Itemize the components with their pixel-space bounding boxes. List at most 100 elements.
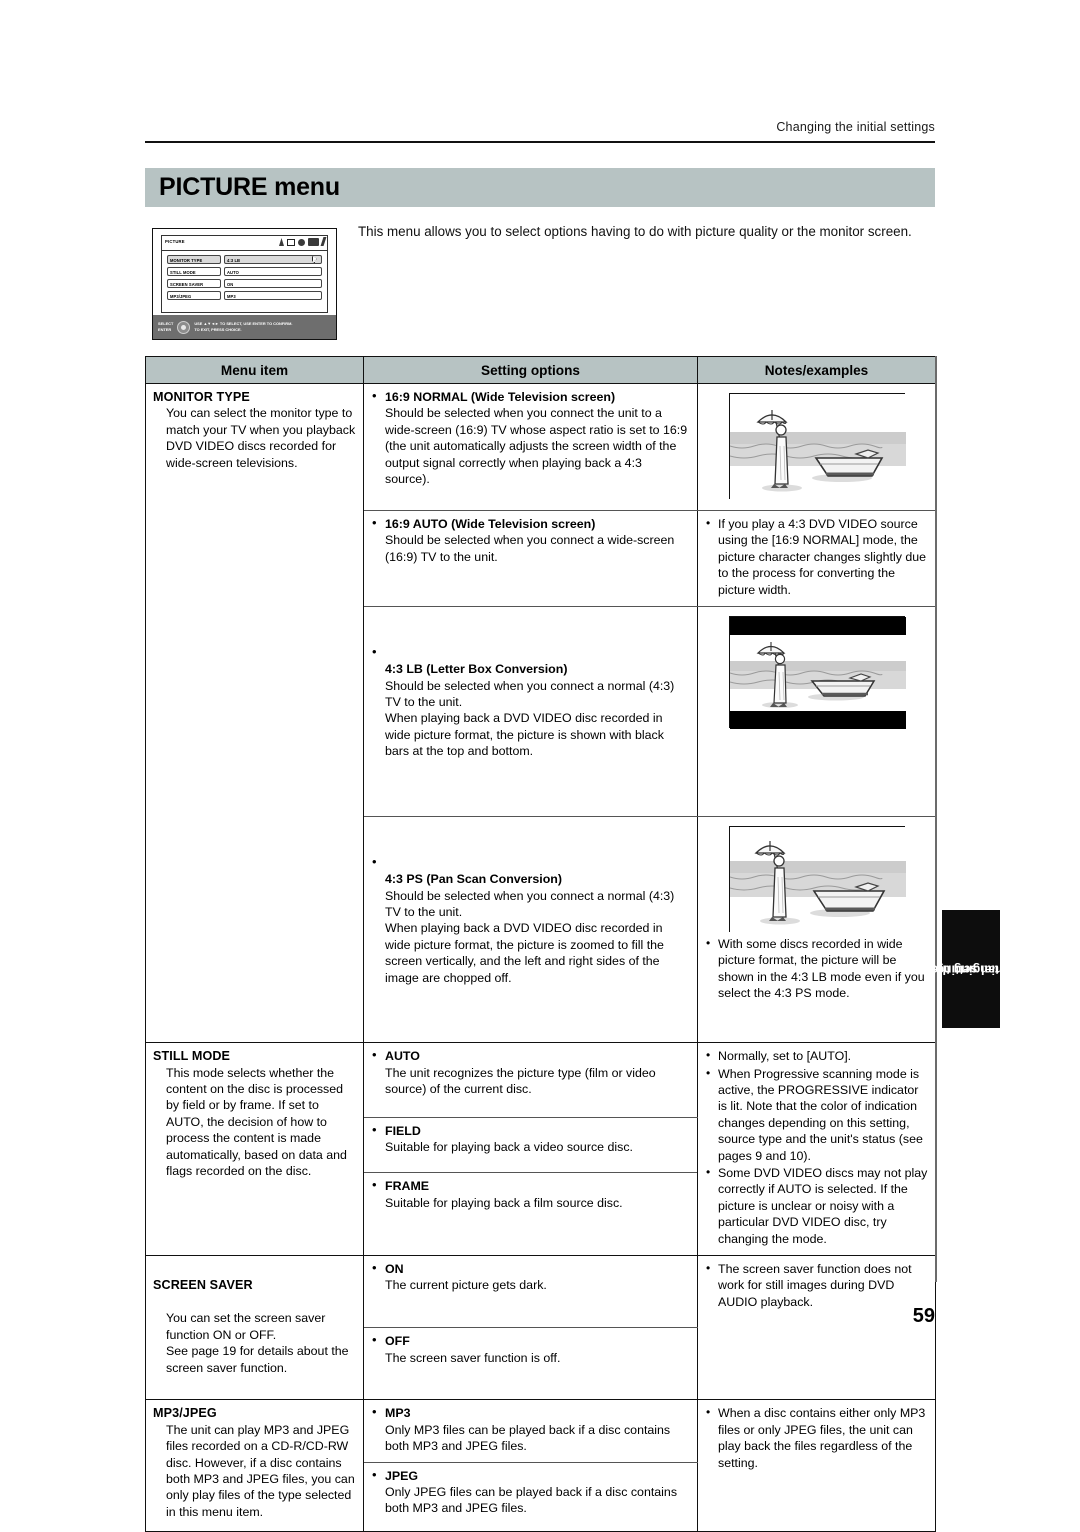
options-list: OFF The screen saver function is off. (371, 1332, 690, 1366)
osd-row-mp3-jpeg: MP3/JPEG MP3 (167, 291, 322, 300)
list-item: Some DVD VIDEO discs may not play correc… (705, 1164, 928, 1247)
table-row: MONITOR TYPE You can select the monitor … (145, 382, 936, 1044)
cell-setting-options: AUTO The unit recognizes the picture typ… (363, 1042, 698, 1119)
pen-icon (320, 237, 327, 246)
list-item: MP3 Only MP3 files can be played back if… (371, 1404, 690, 1454)
osd-tab-row: PICTURE (162, 236, 327, 251)
list-item: Normally, set to [AUTO]. (705, 1047, 928, 1064)
cell-setting-options: FRAME Suitable for playing back a film s… (363, 1172, 698, 1257)
osd-value-text: 4:3 LB (227, 257, 241, 263)
running-head: Changing the initial settings (776, 120, 935, 134)
option-desc: Should be selected when you connect a wi… (385, 533, 675, 564)
dpad-icon (177, 320, 191, 334)
option-desc: The screen saver function is off. (385, 1350, 561, 1365)
option-desc: Should be selected when you connect the … (385, 406, 688, 487)
menu-item-body: You can set the screen saver function ON… (166, 1311, 349, 1375)
cell-menu-item: SCREEN SAVER You can set the screen save… (145, 1255, 364, 1401)
option-title: 16:9 NORMAL (Wide Television screen) (385, 390, 616, 404)
option-desc: Only JPEG files can be played back if a … (385, 1484, 678, 1516)
list-item: FRAME Suitable for playing back a film s… (371, 1177, 690, 1211)
osd-key: SCREEN SAVER (167, 279, 221, 288)
option-title: 4:3 PS (Pan Scan Conversion) (385, 872, 562, 887)
option-title: OFF (385, 1334, 410, 1349)
options-list: FIELD Suitable for playing back a video … (371, 1122, 690, 1156)
osd-help-line2: TO EXIT, PRESS CHOICE. (194, 327, 242, 332)
menu-item-title: SCREEN SAVER (153, 1278, 253, 1293)
options-list: AUTO The unit recognizes the picture typ… (371, 1047, 690, 1097)
osd-value: ON (224, 279, 322, 288)
option-title: MP3 (385, 1406, 411, 1421)
list-item: JPEG Only JPEG files can be played back … (371, 1467, 690, 1517)
option-title: 4:3 LB (Letter Box Conversion) (385, 662, 568, 677)
osd-screen: PICTURE MONITOR TYPE 4:3 LB STILL MODE A… (161, 235, 328, 313)
option-desc: Suitable for playing back a film source … (385, 1195, 623, 1210)
list-item: AUTO The unit recognizes the picture typ… (371, 1047, 690, 1097)
option-desc: Should be selected when you connect a no… (385, 888, 675, 985)
osd-tab-label: PICTURE (165, 238, 185, 244)
tv-4-3-panscan-illustration (728, 825, 906, 933)
camera-icon (308, 238, 319, 246)
osd-screenshot: PICTURE MONITOR TYPE 4:3 LB STILL MODE A… (152, 228, 337, 340)
options-list: JPEG Only JPEG files can be played back … (371, 1467, 690, 1517)
cell-setting-options: 4:3 LB (Letter Box Conversion) Should be… (363, 606, 698, 817)
cell-setting-options: ON The current picture gets dark. (363, 1255, 698, 1329)
list-item: 4:3 PS (Pan Scan Conversion) Should be s… (371, 854, 690, 1003)
osd-row-monitor-type: MONITOR TYPE 4:3 LB (167, 255, 322, 264)
osd-help-bar: SELECT ENTER USE ▲▼◄► TO SELECT, USE ENT… (153, 315, 336, 339)
osd-key-enter: ENTER (158, 327, 172, 332)
manual-page: Changing the initial settings PICTURE me… (0, 0, 1080, 1532)
settings-table: Menu item Setting options Notes/examples… (145, 356, 936, 1532)
osd-rows: MONITOR TYPE 4:3 LB STILL MODE AUTO SCRE… (167, 255, 322, 303)
notes-list: When a disc contains either only MP3 fil… (705, 1404, 928, 1471)
beach-scene-letterbox-icon (729, 617, 906, 730)
option-desc: Suitable for playing back a video source… (385, 1140, 633, 1155)
menu-item-title: STILL MODE (153, 1049, 231, 1064)
osd-value: MP3 (224, 291, 322, 300)
list-item: 4:3 LB (Letter Box Conversion) Should be… (371, 644, 690, 776)
cell-setting-options: OFF The screen saver function is off. (363, 1327, 698, 1401)
table-row: SCREEN SAVER You can set the screen save… (145, 1255, 936, 1401)
section-banner: PICTURE menu (145, 168, 935, 207)
column-header-setting-options: Setting options (363, 356, 698, 384)
list-item: When a disc contains either only MP3 fil… (705, 1404, 928, 1471)
menu-item-title: MONITOR TYPE (153, 390, 250, 404)
header-rule (145, 141, 935, 143)
thumb-rule (935, 356, 937, 1282)
column-header-notes-examples: Notes/examples (697, 356, 936, 384)
options-list: ON The current picture gets dark. (371, 1260, 690, 1294)
speaker-icon (279, 238, 284, 246)
cell-menu-item: MP3/JPEG The unit can play MP3 and JPEG … (145, 1399, 364, 1532)
tv-4-3-letterbox-illustration (728, 616, 906, 730)
beach-scene-icon (729, 394, 906, 500)
disc-icon (298, 239, 305, 246)
option-desc: Should be selected when you connect a no… (385, 678, 675, 759)
options-list: FRAME Suitable for playing back a film s… (371, 1177, 690, 1211)
osd-row-screen-saver: SCREEN SAVER ON (167, 279, 322, 288)
cell-setting-options: MP3 Only MP3 files can be played back if… (363, 1399, 698, 1463)
osd-value: 4:3 LB (224, 255, 322, 264)
monitor-icon (287, 239, 295, 246)
options-list: 4:3 LB (Letter Box Conversion) Should be… (371, 628, 690, 792)
side-thumb-tab: Changing the initial settings (929, 910, 1013, 1028)
list-item: The screen saver function does not work … (705, 1260, 928, 1310)
list-item: OFF The screen saver function is off. (371, 1332, 690, 1366)
menu-item-body: This mode selects whether the content on… (166, 1065, 347, 1179)
option-desc: The current picture gets dark. (385, 1278, 547, 1293)
menu-item-title: MP3/JPEG (153, 1406, 217, 1421)
cell-notes: When a disc contains either only MP3 fil… (697, 1399, 936, 1532)
osd-help-text: USE ▲▼◄► TO SELECT, USE ENTER TO CONFIRM… (194, 321, 292, 333)
table-row: MP3/JPEG The unit can play MP3 and JPEG … (145, 1399, 936, 1532)
cell-menu-item: MONITOR TYPE You can select the monitor … (145, 382, 364, 1044)
cell-notes: With some discs recorded in wide picture… (697, 816, 936, 1044)
cell-menu-item: STILL MODE This mode selects whether the… (145, 1042, 364, 1257)
osd-key: MP3/JPEG (167, 291, 221, 300)
list-item: ON The current picture gets dark. (371, 1260, 690, 1294)
list-item: With some discs recorded in wide picture… (705, 935, 928, 1002)
menu-item-body: The unit can play MP3 and JPEG files rec… (166, 1422, 355, 1519)
intro-paragraph: This menu allows you to select options h… (358, 224, 912, 239)
cell-notes (697, 383, 936, 511)
cell-setting-options: 16:9 AUTO (Wide Television screen) Shoul… (363, 510, 698, 608)
option-title: FRAME (385, 1179, 430, 1194)
cell-setting-options: 16:9 NORMAL (Wide Television screen) Sho… (363, 383, 698, 511)
osd-help-keys: SELECT ENTER (158, 321, 173, 333)
